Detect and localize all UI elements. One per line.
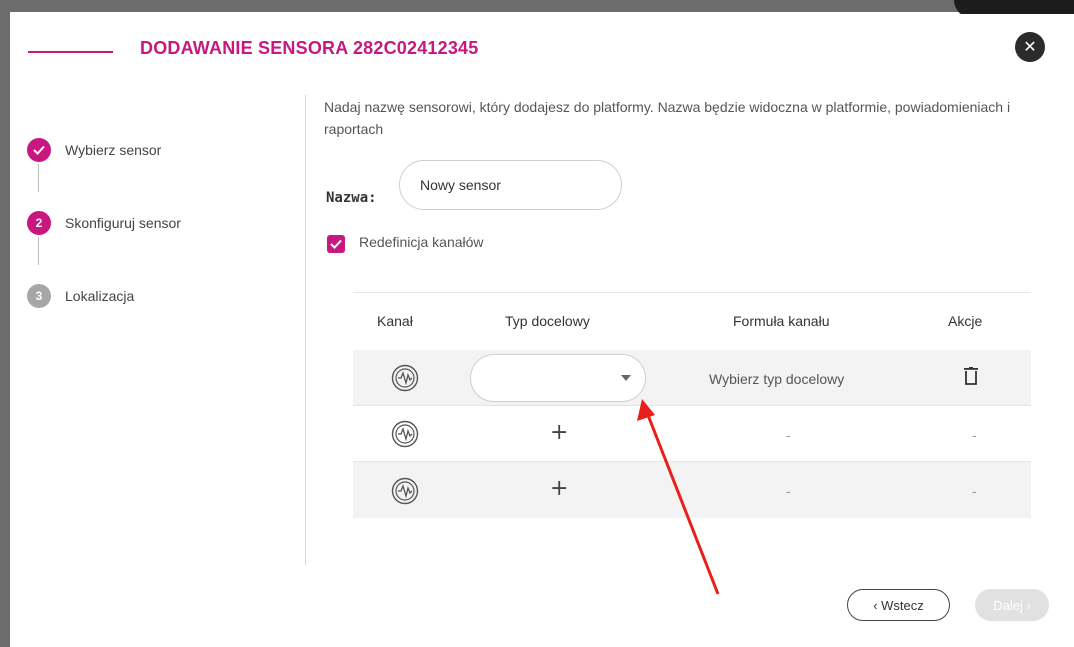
target-type-select[interactable] <box>470 354 646 402</box>
modal-title: DODAWANIE SENSORA 282C02412345 <box>140 38 479 58</box>
redefine-channels-label[interactable]: Redefinicja kanałów <box>359 234 484 250</box>
check-icon <box>27 138 51 162</box>
step-label: Lokalizacja <box>65 288 135 304</box>
back-button[interactable]: ‹ Wstecz <box>847 589 950 621</box>
table-top-border <box>353 292 1031 293</box>
close-button[interactable]: ✕ <box>1015 32 1045 62</box>
waveform-icon <box>391 364 419 392</box>
vertical-divider <box>305 95 306 565</box>
step-connector <box>38 237 39 265</box>
redefine-channels-checkbox[interactable] <box>327 235 345 253</box>
formula-cell: Wybierz typ docelowy <box>709 371 845 387</box>
title-accent-line <box>28 51 113 53</box>
actions-cell: - <box>972 483 977 499</box>
form-description: Nadaj nazwę sensorowi, który dodajesz do… <box>324 99 1011 137</box>
formula-cell: - <box>786 427 791 443</box>
actions-cell: - <box>972 427 977 443</box>
sensor-name-input[interactable] <box>399 160 622 210</box>
formula-cell: - <box>786 483 791 499</box>
step-label: Wybierz sensor <box>65 142 162 158</box>
step-connector <box>38 164 39 192</box>
add-target-type-button[interactable]: + <box>550 420 568 445</box>
header-formula: Formuła kanału <box>733 313 830 329</box>
step-label: Skonfiguruj sensor <box>65 215 181 231</box>
table-row <box>353 462 1031 518</box>
step-select-sensor[interactable]: Wybierz sensor <box>27 138 161 162</box>
checkmark-icon <box>330 239 342 249</box>
step-location[interactable]: 3 Lokalizacja <box>27 284 134 308</box>
header-channel: Kanał <box>377 313 413 329</box>
close-icon: ✕ <box>1023 37 1037 56</box>
step-number: 2 <box>27 211 51 235</box>
add-target-type-button[interactable]: + <box>550 476 568 501</box>
step-configure-sensor[interactable]: 2 Skonfiguruj sensor <box>27 211 181 235</box>
table-row <box>353 350 1031 406</box>
name-label: Nazwa: <box>326 190 377 206</box>
header-actions: Akcje <box>948 313 983 329</box>
backdrop-left <box>0 0 10 647</box>
trash-icon[interactable] <box>964 367 978 385</box>
header-target-type: Typ docelowy <box>505 313 590 329</box>
step-number: 3 <box>27 284 51 308</box>
next-button[interactable]: Dalej › <box>975 589 1049 621</box>
chevron-down-icon <box>621 375 631 381</box>
backdrop <box>0 0 1074 12</box>
waveform-icon <box>391 477 419 505</box>
table-row <box>353 406 1031 462</box>
waveform-icon <box>391 420 419 448</box>
